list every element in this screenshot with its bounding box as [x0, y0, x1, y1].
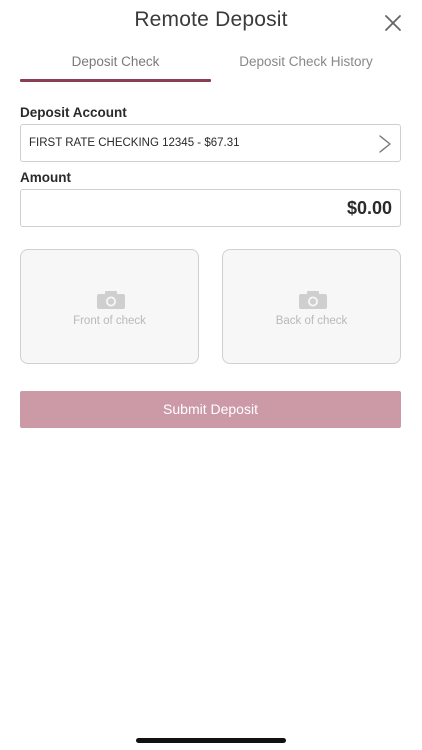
home-indicator [136, 738, 286, 743]
remote-deposit-screen: Remote Deposit Deposit Check Deposit Che… [0, 0, 422, 750]
deposit-account-value: FIRST RATE CHECKING 12345 - $67.31 [29, 137, 240, 149]
camera-icon [298, 290, 328, 310]
front-of-check-capture[interactable]: Front of check [20, 249, 199, 364]
camera-icon [96, 290, 126, 310]
page-title: Remote Deposit [134, 8, 288, 31]
tab-bar: Deposit Check Deposit Check History [20, 52, 401, 82]
amount-value: $0.00 [346, 198, 392, 218]
back-of-check-capture[interactable]: Back of check [222, 249, 401, 364]
amount-label: Amount [20, 170, 71, 185]
back-of-check-label: Back of check [275, 315, 348, 327]
front-of-check-label: Front of check [73, 315, 146, 327]
deposit-account-label: Deposit Account [20, 105, 127, 120]
tab-deposit-check-history[interactable]: Deposit Check History [211, 52, 401, 82]
deposit-account-select[interactable]: FIRST RATE CHECKING 12345 - $67.31 [20, 124, 401, 162]
header: Remote Deposit [0, 0, 422, 48]
chevron-right-icon [378, 134, 392, 154]
close-icon[interactable] [382, 12, 404, 34]
tab-deposit-check[interactable]: Deposit Check [20, 52, 211, 82]
submit-deposit-button[interactable]: Submit Deposit [20, 391, 401, 428]
amount-input[interactable]: $0.00 [20, 189, 401, 227]
active-tab-underline [20, 79, 211, 82]
